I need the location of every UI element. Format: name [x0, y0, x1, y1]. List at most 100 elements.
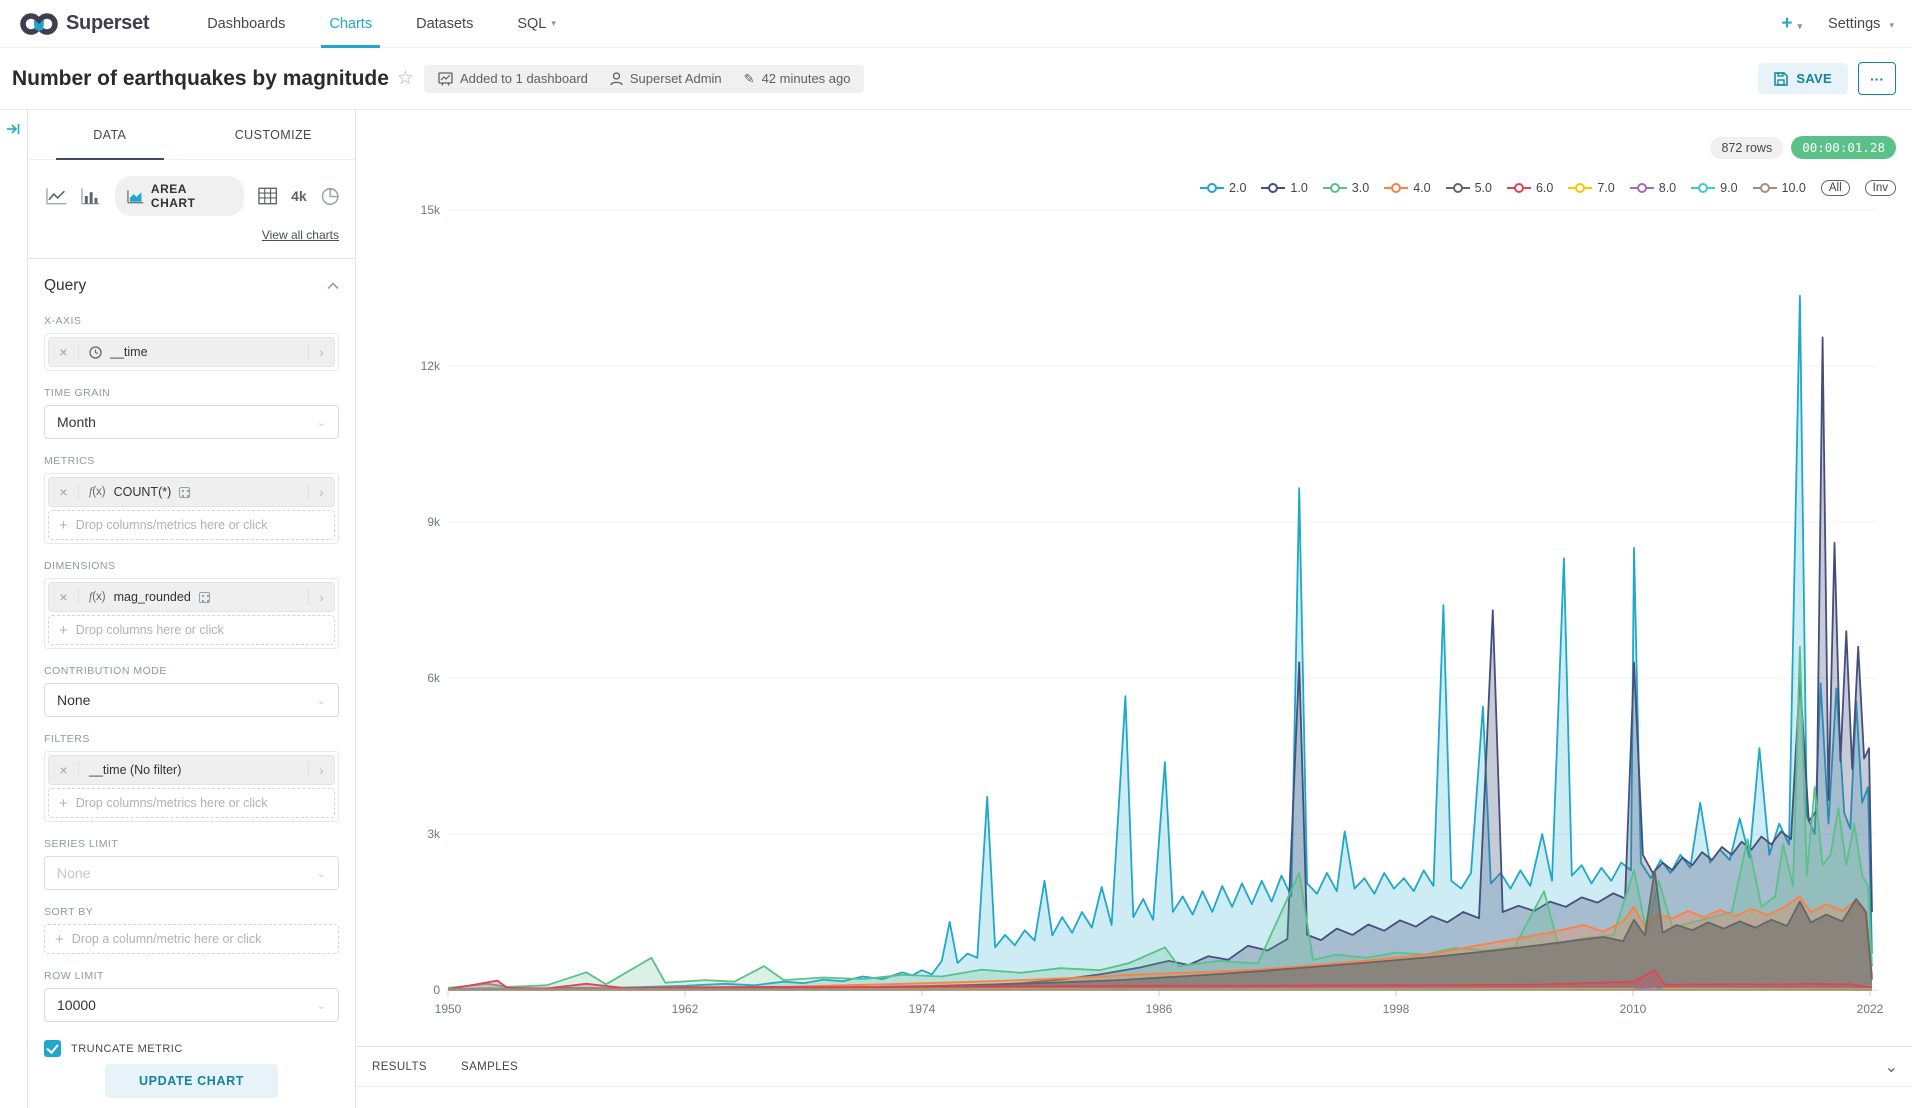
metrics-label: METRICS: [44, 455, 339, 467]
select-caret-icon: ⌄: [317, 694, 326, 707]
function-icon: f(x): [89, 486, 106, 498]
nav-item-datasets[interactable]: Datasets: [394, 0, 495, 48]
sort-by-dropzone[interactable]: + Drop a column/metric here or click: [44, 924, 339, 954]
time-grain-label: TIME GRAIN: [44, 387, 339, 399]
area-chart-icon: [127, 189, 144, 204]
svg-text:1962: 1962: [672, 1002, 699, 1016]
contribution-mode-label: CONTRIBUTION MODE: [44, 665, 339, 677]
tab-data[interactable]: DATA: [28, 110, 192, 159]
filters-dropzone[interactable]: + Drop columns/metrics here or click: [48, 788, 335, 818]
bar-chart-icon[interactable]: [81, 187, 100, 205]
x-axis-pill[interactable]: × __time ›: [48, 337, 335, 367]
pie-chart-icon[interactable]: [321, 187, 339, 206]
metrics-control: × f(x) COUNT(*) › + Drop columns/metrics…: [44, 473, 339, 544]
user-icon: [610, 72, 623, 86]
remove-x-axis-icon[interactable]: ×: [49, 344, 79, 360]
query-section-title: Query: [44, 277, 86, 295]
svg-text:9k: 9k: [427, 515, 441, 529]
nav-item-charts[interactable]: Charts: [307, 0, 394, 48]
expand-results-icon[interactable]: ⌄: [1885, 1057, 1898, 1077]
expand-metric-icon[interactable]: ›: [308, 484, 334, 500]
more-options-button[interactable]: ···: [1858, 62, 1896, 95]
dimension-pill[interactable]: × f(x) mag_rounded ›: [48, 582, 335, 612]
dimensions-dropzone[interactable]: + Drop columns here or click: [48, 615, 335, 645]
row-limit-label: ROW LIMIT: [44, 970, 339, 982]
contribution-mode-select[interactable]: None ⌄: [44, 683, 339, 717]
added-to-dashboard[interactable]: Added to 1 dashboard: [438, 71, 588, 86]
svg-text:2022: 2022: [1857, 1002, 1884, 1016]
x-axis-label: X-AXIS: [44, 315, 339, 327]
series-limit-label: SERIES LIMIT: [44, 838, 339, 850]
expand-filter-icon[interactable]: ›: [308, 762, 334, 778]
svg-text:0: 0: [433, 983, 440, 997]
table-icon[interactable]: [258, 187, 277, 205]
line-chart-icon[interactable]: [46, 187, 67, 205]
save-icon: [1774, 72, 1788, 86]
svg-text:1974: 1974: [909, 1002, 936, 1016]
nav-item-sql[interactable]: SQL ▾: [495, 0, 578, 48]
svg-text:15k: 15k: [421, 203, 441, 217]
tab-samples[interactable]: SAMPLES: [461, 1061, 518, 1073]
dataset-column-icon: [179, 487, 190, 498]
clock-icon: [89, 346, 102, 359]
svg-text:1986: 1986: [1146, 1002, 1173, 1016]
save-button[interactable]: SAVE: [1758, 63, 1848, 94]
dimensions-label: DIMENSIONS: [44, 560, 339, 572]
viz-type-row: AREA CHART 4k: [28, 160, 355, 224]
sort-by-label: SORT BY: [44, 906, 339, 918]
svg-text:1950: 1950: [435, 1002, 462, 1016]
chart-header: Number of earthquakes by magnitude ☆ Add…: [0, 48, 1912, 110]
area-chart-plot[interactable]: 0 3k 6k 9k 12k 15k 1950 1962 1974 1986 1998 2010 202…: [356, 110, 1912, 1046]
remove-filter-icon[interactable]: ×: [49, 762, 79, 778]
tab-results[interactable]: RESULTS: [372, 1061, 427, 1073]
select-caret-icon: ⌄: [317, 999, 326, 1012]
plus-caret-icon: ▾: [1798, 21, 1803, 31]
collapse-rail: [0, 110, 28, 1108]
filters-control: × __time (No filter) › + Drop columns/me…: [44, 751, 339, 822]
svg-text:12k: 12k: [421, 359, 441, 373]
nav-menu: Dashboards Charts Datasets SQL ▾: [185, 0, 578, 48]
row-limit-select[interactable]: 10000 ⌄: [44, 988, 339, 1022]
viz-selected-area-chart[interactable]: AREA CHART: [115, 176, 244, 216]
tab-customize[interactable]: CUSTOMIZE: [192, 110, 356, 159]
filter-pill[interactable]: × __time (No filter) ›: [48, 755, 335, 785]
control-panel: DATA CUSTOMIZE AREA CHART 4k View all ch…: [28, 110, 356, 1108]
chart-pane: 872 rows 00:00:01.28 2.01.03.04.05.06.07…: [356, 110, 1912, 1108]
page-title: Number of earthquakes by magnitude: [12, 67, 389, 91]
settings-menu[interactable]: Settings ▾: [1828, 16, 1894, 32]
truncate-metric-checkbox[interactable]: [44, 1040, 61, 1057]
superset-logo[interactable]: Superset: [20, 11, 149, 37]
view-all-charts-link[interactable]: View all charts: [262, 228, 339, 242]
svg-text:1998: 1998: [1383, 1002, 1410, 1016]
dataset-column-icon: [199, 592, 210, 603]
dimensions-control: × f(x) mag_rounded › + Drop columns here…: [44, 578, 339, 649]
collapse-section-icon[interactable]: [327, 282, 339, 290]
viz-4k-label[interactable]: 4k: [291, 188, 307, 204]
svg-text:2010: 2010: [1620, 1002, 1647, 1016]
update-chart-button[interactable]: UPDATE CHART: [105, 1064, 278, 1098]
svg-text:3k: 3k: [427, 827, 441, 841]
new-item-button[interactable]: +▾: [1781, 13, 1802, 35]
top-navbar: Superset Dashboards Charts Datasets SQL …: [0, 0, 1912, 48]
dashboard-icon: [438, 72, 453, 86]
series-limit-select[interactable]: None ⌄: [44, 856, 339, 890]
svg-text:6k: 6k: [427, 671, 441, 685]
collapse-panel-icon[interactable]: [6, 122, 21, 136]
remove-metric-icon[interactable]: ×: [49, 484, 79, 500]
favorite-star-icon[interactable]: ☆: [397, 67, 414, 90]
remove-dimension-icon[interactable]: ×: [49, 589, 79, 605]
truncate-metric-label: TRUNCATE METRIC: [71, 1043, 183, 1055]
chart-owner[interactable]: Superset Admin: [610, 71, 722, 86]
select-caret-icon: ⌄: [317, 416, 326, 429]
expand-x-axis-icon[interactable]: ›: [308, 344, 334, 360]
nav-item-dashboards[interactable]: Dashboards: [185, 0, 307, 48]
time-grain-select[interactable]: Month ⌄: [44, 405, 339, 439]
select-caret-icon: ⌄: [317, 867, 326, 880]
metrics-dropzone[interactable]: + Drop columns/metrics here or click: [48, 510, 335, 540]
metric-pill[interactable]: × f(x) COUNT(*) ›: [48, 477, 335, 507]
chart-meta-bar: Added to 1 dashboard Superset Admin ✎ 42…: [424, 65, 865, 93]
results-panel: RESULTS SAMPLES ⌄: [356, 1046, 1912, 1108]
expand-dimension-icon[interactable]: ›: [308, 589, 334, 605]
last-modified[interactable]: ✎ 42 minutes ago: [744, 71, 851, 87]
superset-infinity-icon: [20, 11, 58, 37]
